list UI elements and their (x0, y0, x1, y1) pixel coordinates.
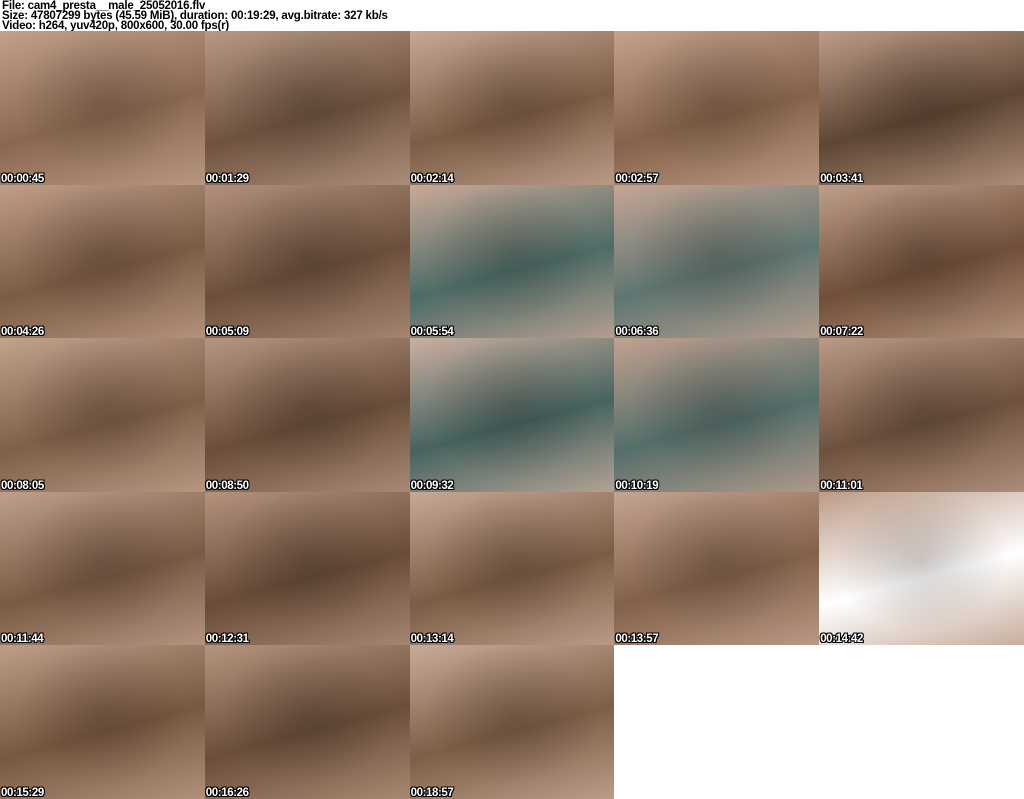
timestamp-overlay: 00:13:57 (615, 633, 659, 646)
video-thumbnail: 00:09:32 (409, 338, 615, 492)
timestamp-overlay: 00:02:14 (410, 172, 454, 185)
timestamp-overlay: 00:12:31 (205, 633, 249, 646)
video-thumbnail: 00:10:19 (614, 338, 820, 492)
thumbnail-placeholder-image (409, 31, 615, 185)
timestamp-overlay: 00:08:05 (1, 479, 44, 492)
thumbnail-placeholder-image (204, 31, 410, 185)
video-thumbnail: 00:18:57 (409, 645, 615, 799)
timestamp-overlay: 00:04:26 (1, 326, 44, 339)
timestamp-overlay: 00:11:44 (1, 633, 44, 646)
timestamp-overlay: 00:16:26 (205, 786, 249, 799)
thumbnail-placeholder-image (819, 31, 1024, 185)
thumbnail-placeholder-image (819, 184, 1024, 339)
timestamp-overlay: 00:05:54 (410, 326, 454, 339)
timestamp-overlay: 00:06:36 (615, 326, 659, 339)
thumbnail-placeholder-image (819, 491, 1024, 646)
thumbnail-placeholder-image (409, 338, 615, 492)
video-thumbnail: 00:13:14 (409, 491, 615, 646)
video-thumbnail: 00:07:22 (819, 184, 1024, 339)
timestamp-overlay: 00:07:22 (820, 326, 864, 339)
video-thumbnail: 00:01:29 (204, 31, 410, 185)
thumbnail-placeholder-image (0, 184, 205, 339)
thumbnail-placeholder-image (0, 31, 205, 185)
video-thumbnail: 00:16:26 (204, 645, 410, 799)
timestamp-overlay: 00:00:45 (1, 172, 44, 185)
video-thumbnail: 00:08:05 (0, 338, 205, 492)
thumbnail-placeholder-image (204, 184, 410, 339)
timestamp-overlay: 00:09:32 (410, 479, 454, 492)
timestamp-overlay: 00:13:14 (410, 633, 454, 646)
thumbnail-placeholder-image (409, 184, 615, 339)
timestamp-overlay: 00:14:42 (820, 633, 864, 646)
video-thumbnail: 00:13:57 (614, 491, 820, 646)
thumbnail-placeholder-image (614, 31, 820, 185)
thumbnail-placeholder-image (819, 338, 1024, 492)
timestamp-overlay: 00:18:57 (410, 786, 454, 799)
timestamp-overlay: 00:02:57 (615, 172, 659, 185)
video-thumbnail: 00:11:01 (819, 338, 1024, 492)
video-thumbnail: 00:08:50 (204, 338, 410, 492)
media-info-header: File: cam4_presta__male_25052016.flv Siz… (0, 0, 1024, 32)
timestamp-overlay: 00:08:50 (205, 479, 249, 492)
thumbnail-placeholder-image (204, 491, 410, 646)
video-thumbnail: 00:04:26 (0, 184, 205, 339)
timestamp-overlay: 00:15:29 (1, 786, 44, 799)
video-thumbnail: 00:14:42 (819, 491, 1024, 646)
video-thumbnail: 00:05:09 (204, 184, 410, 339)
video-thumbnail: 00:15:29 (0, 645, 205, 799)
thumbnail-placeholder-image (0, 338, 205, 492)
timestamp-overlay: 00:10:19 (615, 479, 659, 492)
video-thumbnail: 00:02:57 (614, 31, 820, 185)
thumbnail-placeholder-image (204, 338, 410, 492)
video-thumbnail: 00:11:44 (0, 491, 205, 646)
thumbnail-placeholder-image (204, 645, 410, 799)
timestamp-overlay: 00:11:01 (820, 479, 863, 492)
thumbnail-placeholder-image (0, 645, 205, 799)
video-thumbnail: 00:05:54 (409, 184, 615, 339)
thumbnail-placeholder-image (614, 491, 820, 646)
video-thumbnail: 00:03:41 (819, 31, 1024, 185)
video-thumbnail: 00:02:14 (409, 31, 615, 185)
video-thumbnail: 00:00:45 (0, 31, 205, 185)
thumbnail-grid: 00:00:45 00:01:29 00:02:14 00:02:57 00:0… (0, 31, 1024, 799)
timestamp-overlay: 00:03:41 (820, 172, 864, 185)
video-thumbnail: 00:06:36 (614, 184, 820, 339)
timestamp-overlay: 00:01:29 (205, 172, 249, 185)
thumbnail-placeholder-image (614, 338, 820, 492)
thumbnail-placeholder-image (0, 491, 205, 646)
thumbnail-placeholder-image (409, 491, 615, 646)
thumbnail-placeholder-image (614, 184, 820, 339)
timestamp-overlay: 00:05:09 (205, 326, 249, 339)
video-thumbnail: 00:12:31 (204, 491, 410, 646)
thumbnail-placeholder-image (409, 645, 615, 799)
